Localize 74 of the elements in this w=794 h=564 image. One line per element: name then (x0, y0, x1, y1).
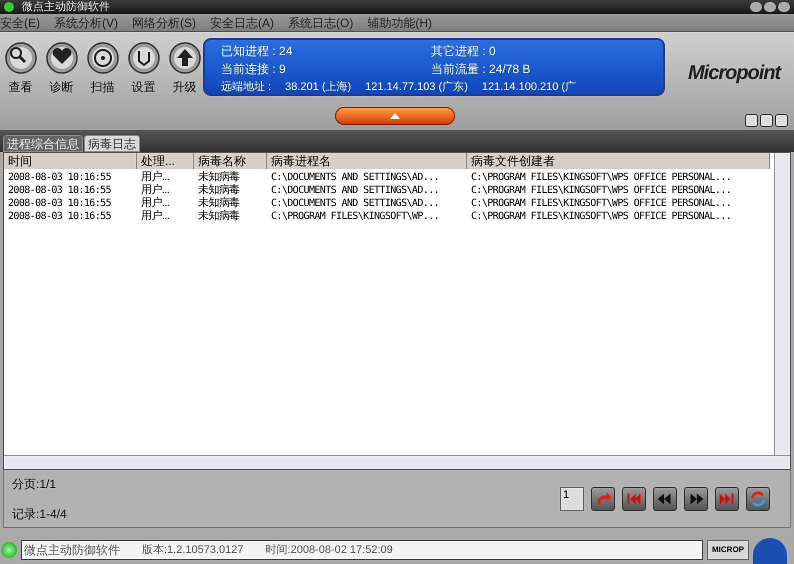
info-text: 当前流量 : 24/78 B (431, 61, 530, 78)
tab[interactable]: 进程综合信息 (3, 135, 83, 152)
table-cell-text: C:\DOCUMENTS AND SETTINGS\AD... (270, 184, 440, 197)
minimize-icon[interactable] (750, 2, 762, 12)
status-light-icon (1, 542, 17, 558)
window-title: 微点主动防御软件 (22, 0, 110, 14)
target-icon (86, 42, 118, 74)
micropoint-badge: MICROP (707, 540, 749, 560)
toolbar-button[interactable]: 查看 (4, 42, 37, 130)
magnifier-icon (4, 42, 36, 74)
table-cell-text: C:\PROGRAM FILES\KINGSOFT\WPS OFFICE PERSONAL... (470, 210, 732, 223)
column-header[interactable]: 处理... (137, 153, 194, 169)
menu-item[interactable]: 网络分析(S) (132, 14, 196, 32)
table-cell-text: 2008-08-03 10:16:55 (7, 171, 112, 184)
table-cell-text: 用户... (140, 197, 170, 210)
table-cell-text: 未知病毒 (197, 184, 241, 197)
toolbar-button[interactable]: 诊断 (45, 42, 78, 130)
restore-icon[interactable] (764, 2, 776, 12)
toolbar-button[interactable]: 升级 (168, 42, 201, 130)
close-icon[interactable] (775, 114, 788, 127)
logo: Micropoint (688, 61, 780, 86)
menu-item[interactable]: 系统日志(O) (288, 14, 354, 32)
table-cell-text: 2008-08-03 10:16:55 (7, 184, 112, 197)
last-page-icon[interactable] (715, 486, 739, 510)
column-header[interactable]: 病毒进程名 (267, 153, 467, 169)
table-cell-text: C:\PROGRAM FILES\KINGSOFT\WP... (270, 210, 440, 223)
refresh-icon[interactable] (746, 486, 770, 510)
table-cell-text: 未知病毒 (197, 210, 241, 223)
fast-forward-icon[interactable] (684, 486, 708, 510)
gauge-icon (753, 538, 787, 564)
status-version: 版本:1.2.10573.0127 (142, 542, 244, 558)
menu-item[interactable]: 辅助功能(H) (367, 14, 432, 32)
table-cell-text: C:\DOCUMENTS AND SETTINGS\AD... (270, 171, 440, 184)
column-header[interactable]: 时间 (4, 153, 137, 169)
status-app-name: 微点主动防御软件 (24, 542, 120, 559)
table-cell-text: 用户... (140, 171, 170, 184)
remote-address: 38.201 (上海) (285, 80, 352, 95)
table-cell-text: 未知病毒 (197, 197, 241, 210)
up-triangle-icon (390, 113, 400, 119)
list-icon[interactable] (745, 114, 758, 127)
remote-address: 121.14.77.103 (广东) (365, 80, 468, 95)
info-text: 已知进程 : 24 (221, 43, 294, 60)
table-cell-text: C:\PROGRAM FILES\KINGSOFT\WPS OFFICE PERSONAL... (470, 184, 732, 197)
table-cell-text: 未知病毒 (197, 171, 241, 184)
info-text: 其它进程 : 0 (431, 43, 496, 60)
rewind-icon[interactable] (653, 486, 677, 510)
page-input[interactable]: 1 (560, 486, 584, 510)
column-header[interactable]: 病毒名称 (194, 153, 267, 169)
info-text: 远端地址 : (221, 80, 272, 95)
close-icon[interactable] (778, 2, 790, 12)
toolbar-button[interactable]: 扫描 (86, 42, 119, 130)
table-cell-text: C:\DOCUMENTS AND SETTINGS\AD... (270, 197, 440, 210)
toolbar-button[interactable]: 设置 (127, 42, 160, 130)
hand-icon (128, 42, 160, 74)
table-cell-text: 2008-08-03 10:16:55 (7, 197, 112, 210)
table-cell-text: C:\PROGRAM FILES\KINGSOFT\WPS OFFICE PERSONAL... (470, 171, 732, 184)
remote-address: 121.14.100.210 (广 (482, 80, 576, 95)
window-icon[interactable] (760, 114, 773, 127)
status-time: 时间:2008-08-02 17:52:09 (266, 542, 393, 558)
collapse-button[interactable] (335, 107, 455, 125)
menu-item[interactable]: 系统分析(V) (54, 14, 118, 32)
record-count: 记录:1-4/4 (12, 506, 67, 522)
column-header[interactable]: 病毒文件创建者 (467, 153, 770, 169)
table-cell-text: 用户... (140, 210, 170, 223)
table-cell-text: 用户... (140, 184, 170, 196)
menu-item[interactable]: 安全日志(A) (210, 14, 274, 32)
table-cell-text: 2008-08-03 10:16:55 (7, 210, 112, 223)
tab[interactable]: 病毒日志 (84, 135, 140, 152)
info-text: 当前连接 : 9 (221, 61, 287, 78)
menu-item[interactable]: 安全(E) (0, 14, 40, 32)
app-status-icon (4, 2, 14, 12)
table-cell-text: C:\PROGRAM FILES\KINGSOFT\WPS OFFICE PERSONAL... (470, 197, 732, 210)
page-count: 分页:1/1 (12, 476, 58, 492)
first-page-icon[interactable] (622, 486, 646, 510)
